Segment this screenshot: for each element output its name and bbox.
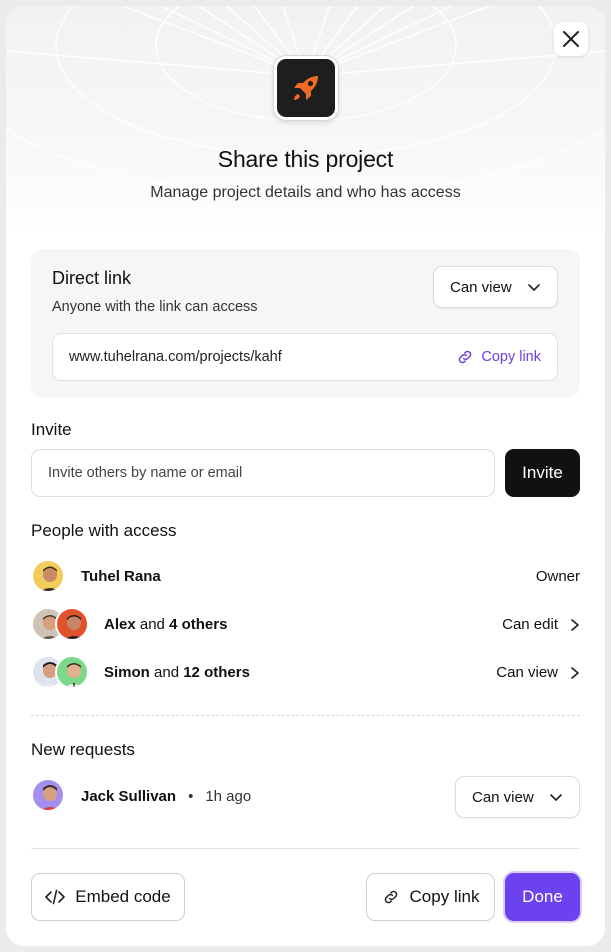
person-role-owner: Owner	[535, 568, 580, 585]
permission-selector[interactable]: Can edit	[502, 616, 580, 633]
done-button[interactable]: Done	[505, 873, 580, 921]
person-group-name: Alex and 4 others	[104, 616, 228, 633]
permission-selector[interactable]: Can view	[496, 664, 580, 681]
request-time: 1h ago	[205, 788, 252, 805]
people-heading: People with access	[31, 521, 177, 540]
copy-link-label: Copy link	[409, 887, 480, 906]
chevron-right-icon	[571, 666, 579, 679]
person-group-name: Simon and 12 others	[104, 664, 250, 681]
modal-title: Share this project	[217, 146, 394, 172]
person-row-viewers[interactable]: Simon and 12 others Can view	[31, 653, 580, 693]
requester-name: Jack Sullivan • 1h ago	[81, 788, 252, 805]
request-permission-dropdown[interactable]: Can view	[455, 776, 580, 818]
request-row: Jack Sullivan • 1h ago Can view	[31, 776, 580, 818]
person-row-owner: Tuhel Rana Owner	[31, 557, 580, 597]
copy-link-inline-label: Copy link	[481, 349, 541, 365]
invite-input[interactable]	[31, 449, 495, 497]
close-icon	[563, 31, 579, 47]
code-icon	[45, 889, 66, 905]
direct-link-description: Anyone with the link can access	[52, 299, 258, 315]
rocket-icon	[294, 76, 318, 100]
person-row-editors[interactable]: Alex and 4 others Can edit	[31, 605, 580, 645]
avatar	[55, 655, 89, 689]
direct-link-card: Direct link Anyone with the link can acc…	[31, 249, 580, 397]
invite-button[interactable]: Invite	[505, 449, 580, 497]
link-permission-label: Can view	[450, 278, 512, 296]
close-button[interactable]	[554, 22, 588, 56]
link-permission-dropdown[interactable]: Can view	[433, 266, 558, 308]
footer-divider	[31, 848, 580, 849]
avatar	[31, 559, 65, 593]
share-modal: Share this project Manage project detail…	[6, 6, 605, 946]
embed-code-label: Embed code	[75, 887, 171, 906]
share-url-field[interactable]: www.tuhelrana.com/projects/kahf Copy lin…	[52, 333, 558, 381]
direct-link-title: Direct link	[52, 268, 132, 288]
chevron-down-icon	[528, 284, 540, 291]
share-url-text: www.tuhelrana.com/projects/kahf	[69, 349, 282, 365]
copy-link-inline-button[interactable]: Copy link	[456, 348, 541, 366]
person-name: Tuhel Rana	[81, 568, 161, 585]
request-permission-label: Can view	[472, 788, 534, 806]
link-icon	[384, 890, 397, 904]
requests-heading: New requests	[31, 740, 135, 759]
chevron-right-icon	[571, 618, 579, 631]
avatar	[55, 607, 89, 641]
avatar	[31, 778, 65, 812]
project-app-icon	[274, 56, 338, 120]
invite-heading: Invite	[31, 420, 72, 439]
section-divider	[31, 715, 580, 716]
modal-subtitle: Manage project details and who has acces…	[150, 184, 461, 201]
link-icon	[459, 350, 472, 364]
copy-link-button[interactable]: Copy link	[366, 873, 495, 921]
chevron-down-icon	[550, 794, 562, 801]
embed-code-button[interactable]: Embed code	[31, 873, 185, 921]
